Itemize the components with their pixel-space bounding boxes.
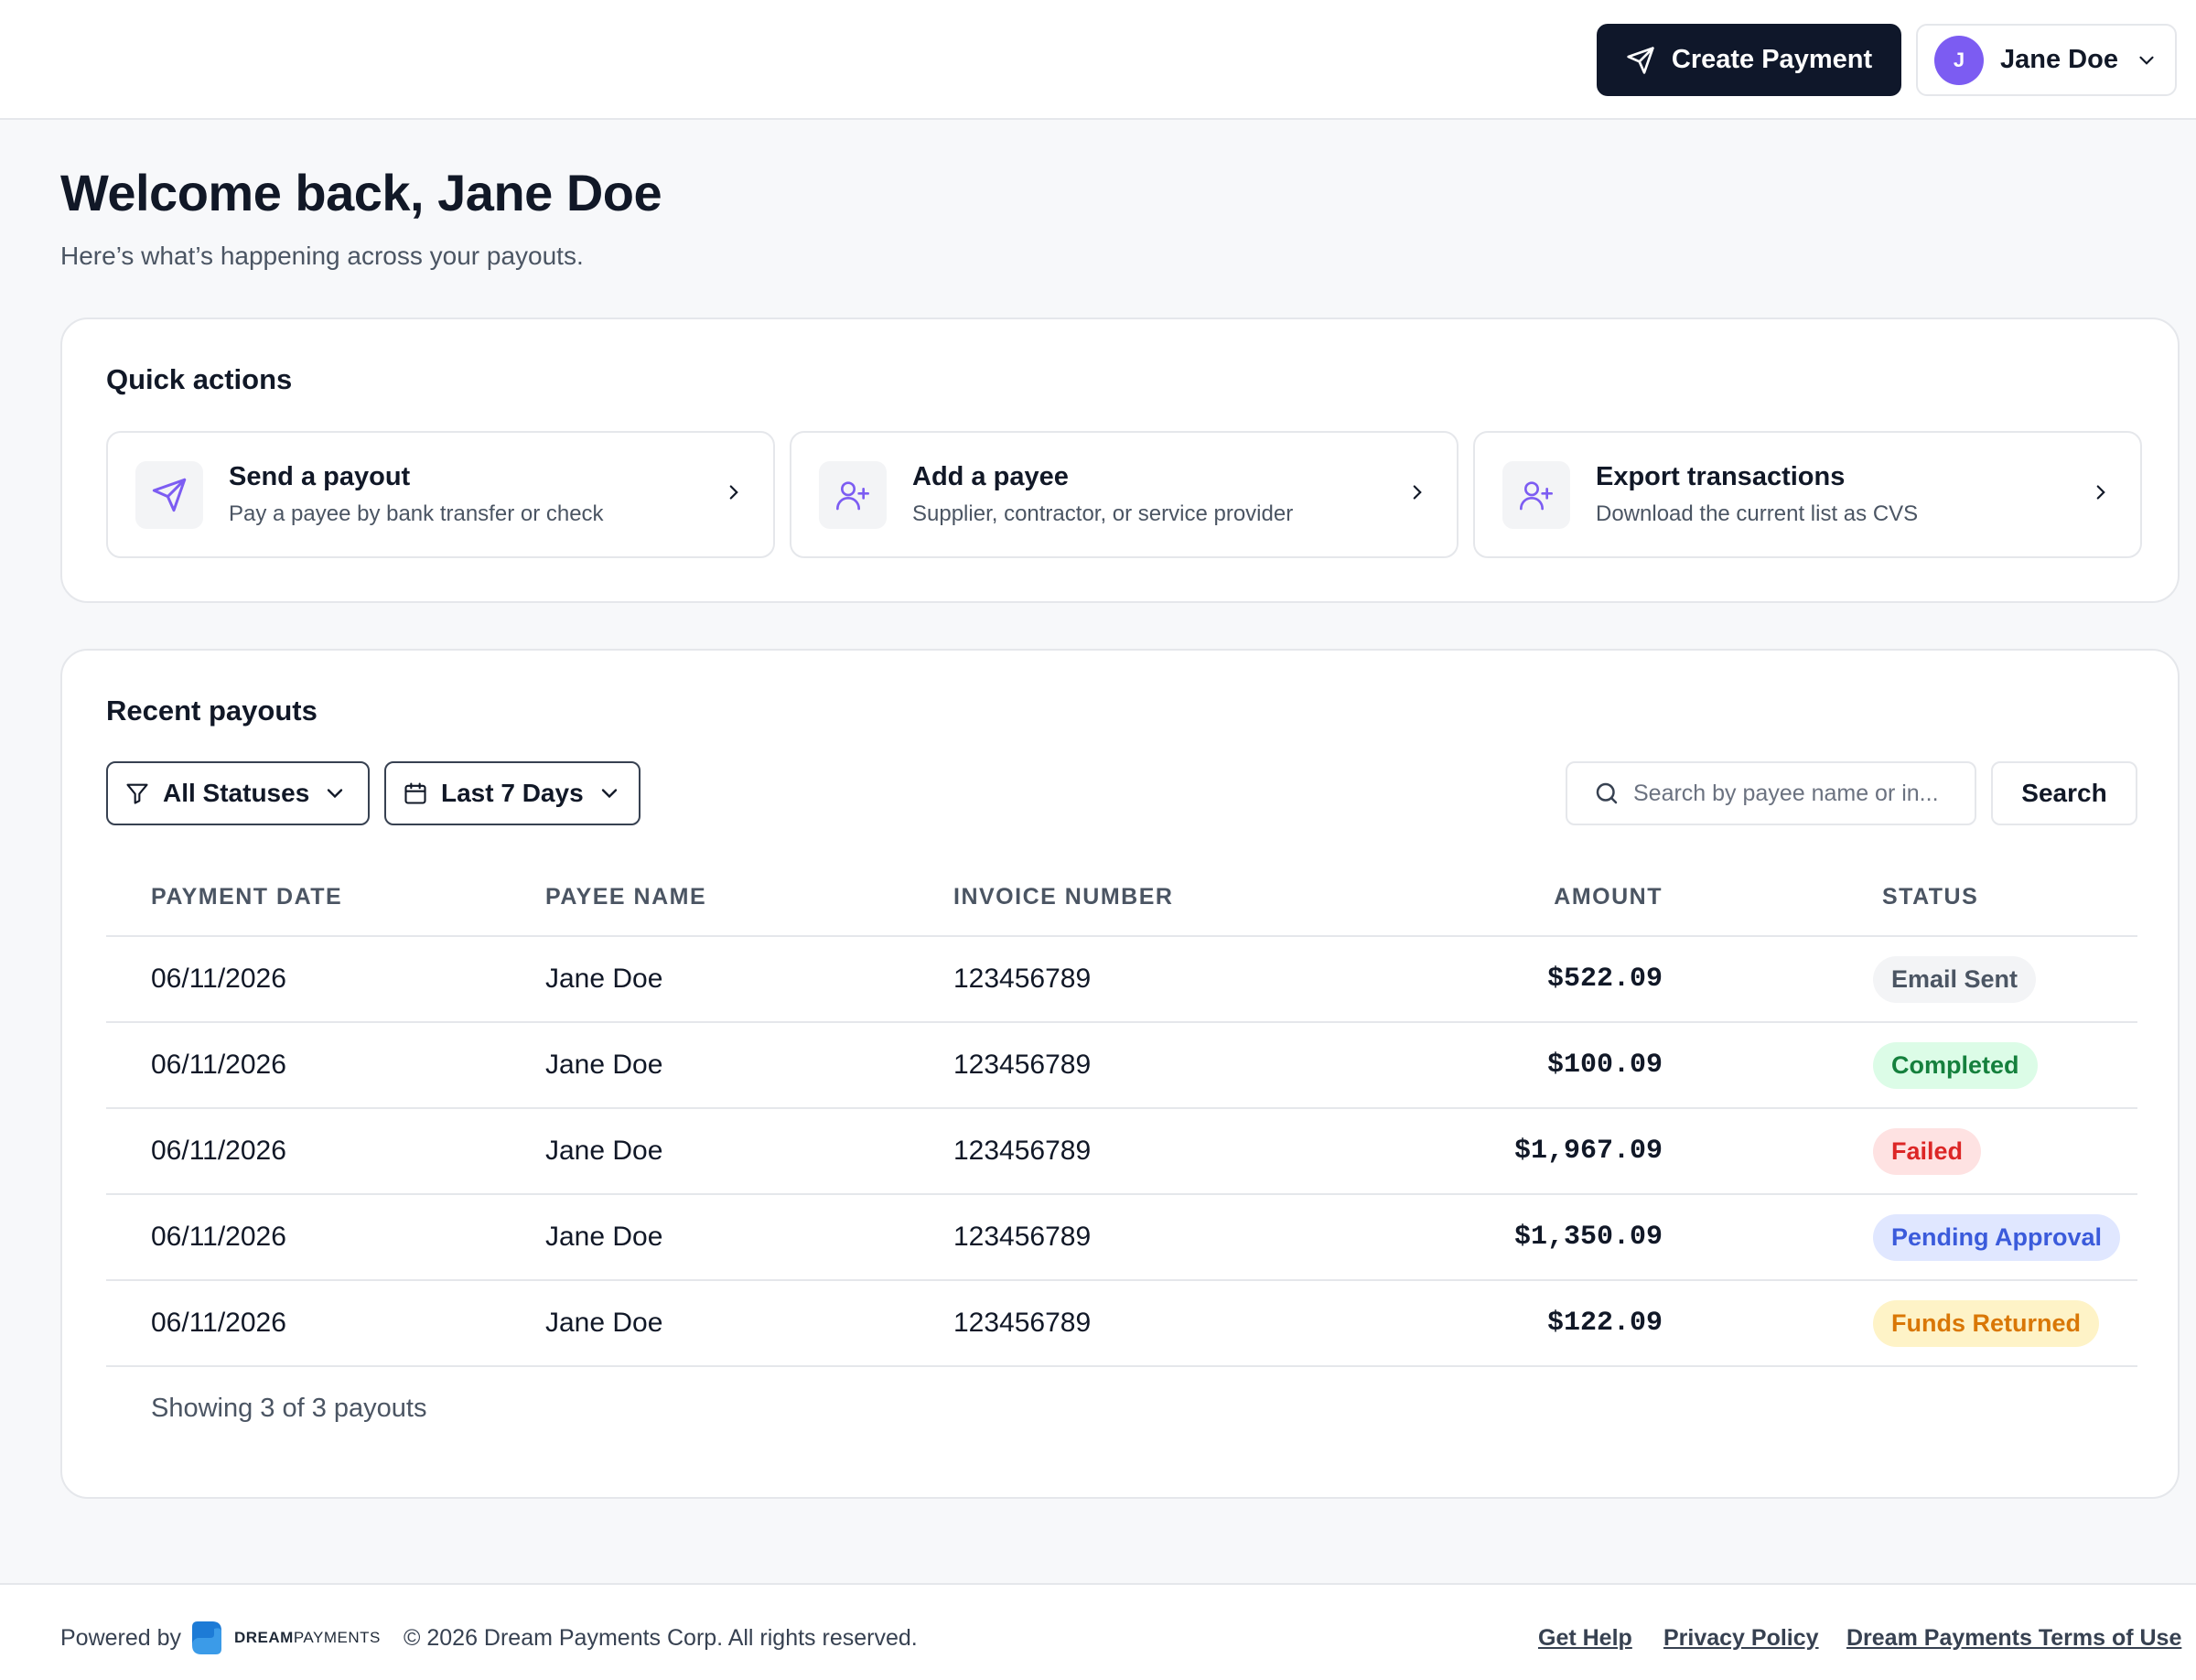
quick-action-title: Send a payout: [229, 462, 411, 491]
payee-name-cell: Jane Doe: [545, 1022, 953, 1109]
payment-date-cell: 06/11/2026: [106, 1022, 545, 1109]
payment-date-cell: 06/11/2026: [106, 1280, 545, 1367]
powered-by-label: Powered by: [60, 1625, 182, 1651]
chevron-right-icon: [1413, 485, 1422, 500]
send-icon: [1627, 46, 1654, 74]
create-payment-button[interactable]: Create Payment: [1597, 24, 1901, 96]
invoice-number-cell: 123456789: [953, 1022, 1411, 1109]
invoice-number-cell: 123456789: [953, 1280, 1411, 1367]
amount-cell: $122.09: [1411, 1280, 1663, 1367]
dream-payments-logo-icon: [192, 1621, 221, 1654]
table-row[interactable]: 06/11/2026 Jane Doe 123456789 $522.09 Email …: [106, 936, 2137, 1023]
payment-date-cell: 06/11/2026: [106, 936, 545, 1023]
qa-icon-wrap: [1502, 460, 1570, 529]
search-icon: [1596, 782, 1618, 804]
column-header-payee-name[interactable]: PAYEE NAME: [545, 859, 953, 937]
footer-link-terms-of-use[interactable]: Dream Payments Terms of Use: [1846, 1625, 2181, 1652]
user-menu[interactable]: J Jane Doe: [1916, 24, 2177, 96]
footer-link-privacy-policy[interactable]: Privacy Policy: [1663, 1625, 1819, 1652]
status-cell: Pending Approval: [1663, 1194, 2137, 1281]
user-plus-icon: [1520, 480, 1553, 510]
invoice-number-cell: 123456789: [953, 1194, 1411, 1281]
send-icon: [152, 478, 187, 512]
user-name: Jane Doe: [2000, 45, 2118, 74]
qa-icon-wrap: [135, 460, 203, 529]
footer-link-get-help[interactable]: Get Help: [1538, 1625, 1632, 1652]
avatar: J: [1934, 35, 1984, 85]
status-filter-dropdown[interactable]: All Statuses: [106, 761, 370, 825]
amount-cell: $1,967.09: [1411, 1108, 1663, 1195]
quick-action-send-payout[interactable]: Send a payout Pay a payee by bank transf…: [106, 431, 775, 558]
column-header-status[interactable]: STATUS: [1663, 859, 2137, 937]
create-payment-label: Create Payment: [1671, 45, 1873, 74]
chevron-down-icon: [601, 789, 617, 799]
quick-actions-title: Quick actions: [106, 363, 293, 395]
status-badge: Completed: [1873, 1041, 2038, 1089]
quick-action-title: Export transactions: [1596, 462, 1846, 491]
page-subtitle: Here’s what’s happening across your payo…: [60, 242, 584, 270]
dream-payments-logo: DREAMPAYMENTS: [185, 1618, 381, 1658]
recent-payouts-title: Recent payouts: [106, 695, 318, 727]
invoice-number-cell: 123456789: [953, 936, 1411, 1023]
status-badge: Failed: [1873, 1127, 1982, 1175]
payment-date-cell: 06/11/2026: [106, 1108, 545, 1195]
status-badge: Pending Approval: [1873, 1213, 2121, 1261]
table-row[interactable]: 06/11/2026 Jane Doe 123456789 $122.09 Funds …: [106, 1280, 2137, 1367]
payee-name-cell: Jane Doe: [545, 1108, 953, 1195]
table-header-row: PAYMENT DATE PAYEE NAME INVOICE NUMBER A…: [106, 859, 2137, 937]
chevron-right-icon: [2096, 485, 2105, 500]
status-badge: Funds Returned: [1873, 1299, 2099, 1347]
logo-wordmark: DREAMPAYMENTS: [234, 1629, 381, 1646]
quick-action-desc: Pay a payee by bank transfer or check: [229, 501, 604, 526]
page-title: Welcome back, Jane Doe: [60, 164, 662, 221]
quick-actions-card: Quick actions Send a payout Pay a payee …: [60, 318, 2180, 603]
pagination-summary: Showing 3 of 3 payouts: [151, 1394, 427, 1423]
quick-action-desc: Download the current list as CVS: [1596, 501, 1919, 526]
calendar-icon: [404, 782, 426, 804]
user-plus-icon: [836, 480, 869, 510]
search-box: [1566, 761, 1976, 825]
search-button[interactable]: Search: [1991, 761, 2137, 825]
top-bar: Create Payment J Jane Doe: [0, 0, 2196, 120]
status-cell: Completed: [1663, 1022, 2137, 1109]
date-filter-dropdown[interactable]: Last 7 Days: [384, 761, 640, 825]
quick-action-desc: Supplier, contractor, or service provide…: [912, 501, 1294, 526]
status-filter-label: All Statuses: [163, 779, 310, 807]
quick-action-add-payee[interactable]: Add a payee Supplier, contractor, or ser…: [790, 431, 1459, 558]
chevron-right-icon: [729, 485, 738, 500]
status-cell: Email Sent: [1663, 936, 2137, 1023]
filter-icon: [126, 783, 148, 804]
payee-name-cell: Jane Doe: [545, 936, 953, 1023]
column-header-payment-date[interactable]: PAYMENT DATE: [106, 859, 545, 937]
chevron-down-icon: [2139, 56, 2154, 65]
column-header-amount[interactable]: AMOUNT: [1411, 859, 1663, 937]
payment-date-cell: 06/11/2026: [106, 1194, 545, 1281]
chevron-down-icon: [328, 789, 343, 799]
amount-cell: $1,350.09: [1411, 1194, 1663, 1281]
invoice-number-cell: 123456789: [953, 1108, 1411, 1195]
copyright-text: © 2026 Dream Payments Corp. All rights r…: [404, 1625, 918, 1651]
table-row[interactable]: 06/11/2026 Jane Doe 123456789 $1,967.09 Fail…: [106, 1108, 2137, 1195]
amount-cell: $100.09: [1411, 1022, 1663, 1109]
status-cell: Failed: [1663, 1108, 2137, 1195]
date-filter-label: Last 7 Days: [441, 779, 584, 807]
status-cell: Funds Returned: [1663, 1280, 2137, 1367]
footer: Powered by DREAMPAYMENTS © 2026 Dream Pa…: [0, 1583, 2196, 1680]
payee-name-cell: Jane Doe: [545, 1194, 953, 1281]
payouts-table: PAYMENT DATE PAYEE NAME INVOICE NUMBER A…: [106, 859, 2137, 1367]
recent-payouts-card: Recent payouts All Statuses Last 7 Days …: [60, 649, 2180, 1499]
status-badge: Email Sent: [1873, 955, 2037, 1003]
amount-cell: $522.09: [1411, 936, 1663, 1023]
column-header-invoice-number[interactable]: INVOICE NUMBER: [953, 859, 1411, 937]
search-input[interactable]: [1633, 780, 1949, 807]
qa-icon-wrap: [819, 460, 887, 529]
table-row[interactable]: 06/11/2026 Jane Doe 123456789 $100.09 Comple…: [106, 1022, 2137, 1109]
table-row[interactable]: 06/11/2026 Jane Doe 123456789 $1,350.09 Pend…: [106, 1194, 2137, 1281]
quick-action-export-transactions[interactable]: Export transactions Download the current…: [1473, 431, 2142, 558]
payee-name-cell: Jane Doe: [545, 1280, 953, 1367]
quick-action-title: Add a payee: [912, 462, 1069, 491]
